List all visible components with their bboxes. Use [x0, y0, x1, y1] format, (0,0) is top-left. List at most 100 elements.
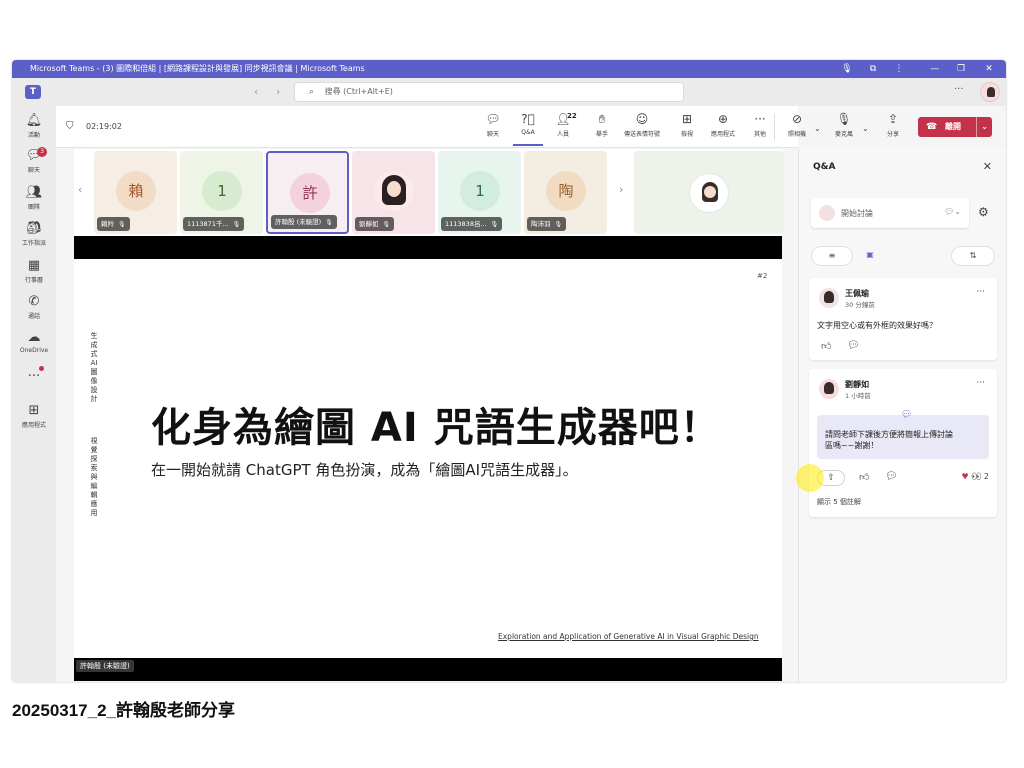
participant-name: 劉靜如 🎙︎ [355, 217, 395, 231]
mic-muted-icon: 🎙︎ [118, 221, 126, 228]
share-button[interactable]: ⇪ 分享 [878, 112, 908, 138]
chat-icon: 💬︎ [485, 112, 501, 126]
participant-tile[interactable]: 許許翰殷 (未驗證) 🎙︎ [266, 151, 349, 234]
mic-indicator-icon[interactable]: 🎙 [834, 60, 860, 78]
minimize-icon[interactable]: — [922, 60, 948, 78]
post-text: 文字用空心或有外框的效果好嗎？ [817, 321, 937, 330]
camera-off-icon: ⊘ [791, 112, 803, 126]
rail-item-calls[interactable]: ✆ 通話 [12, 295, 56, 321]
self-avatar [689, 173, 729, 213]
meeting-stage: ‹ 賴賴羚 🎙︎ 1 1113871千... 🎙︎ 許許翰殷 (未驗證) 🎙︎ 劉靜如 🎙︎ 1 1… [74, 149, 784, 681]
rail-item-assignments[interactable]: 🎒︎ 工作指派 [12, 221, 56, 248]
participant-tile[interactable]: 陶陶沛羽 🎙︎ [524, 151, 607, 234]
qa-post[interactable]: 王佩瑜 30 分鐘前 ··· 文字用空心或有外框的效果好嗎？ 👍︎ 💬︎ [809, 278, 997, 360]
add-app-icon: ⊕ [717, 112, 729, 126]
toolbar-label: Q&A [521, 129, 535, 136]
leave-button[interactable]: ☎︎ 離開 ⌄ [918, 117, 992, 137]
search-input[interactable]: ⌕ 搜尋 (Ctrl+Alt+E) [294, 82, 684, 102]
rail-item-activity[interactable]: 🔔︎ 活動 [12, 114, 56, 140]
like-icon[interactable]: 👍︎ [859, 471, 869, 483]
meeting-toolbar: ⛉ 02:19:02 💬︎ 聊天 ?⃝ Q&A 👤︎ 22 人員 ✋︎ 舉手 ☺… [56, 106, 798, 148]
author-avatar [819, 379, 839, 399]
rail-item-onedrive[interactable]: ☁︎ OneDrive [12, 331, 56, 355]
reply-icon[interactable]: 💬︎ [885, 471, 898, 482]
post-more-icon[interactable]: ··· [976, 287, 985, 297]
toolbar-label: 聊天 [486, 131, 499, 138]
raise-hand-button[interactable]: ✋︎ 舉手 [587, 112, 617, 138]
participant-tile[interactable]: 1 1113871千... 🎙︎ [180, 151, 263, 234]
participant-name: 陶沛羽 🎙︎ [527, 217, 567, 231]
rail-item-apps[interactable]: ⊞ 應用程式 [12, 404, 56, 430]
participant-avatar: 賴 [116, 171, 156, 211]
camera-options-chevron-icon[interactable]: ⌄ [814, 124, 821, 133]
like-icon[interactable]: 👍︎ [821, 340, 831, 352]
post-type-dropdown-icon[interactable]: 💬︎⌄ [944, 207, 961, 216]
qa-button[interactable]: ?⃝ Q&A [513, 112, 543, 146]
participant-tile[interactable]: 1 1113838呂... 🎙︎ [438, 151, 521, 234]
toolbar-label: 人員 [556, 131, 569, 138]
post-author: 王佩瑜 [845, 289, 869, 298]
slide-side-text-1: 生成式AI圖像設計 [90, 332, 98, 403]
heart-icon: ♥ [961, 472, 969, 481]
strip-next-arrow-icon[interactable]: › [619, 183, 623, 196]
my-avatar [819, 205, 835, 221]
participant-avatar: 1 [202, 171, 242, 211]
laugh-icon: 👀︎ [971, 472, 982, 481]
mic-button[interactable]: 🎙︎ 麥克風 [829, 112, 859, 138]
assignment-icon: 🎒︎ [25, 221, 43, 236]
self-video-tile[interactable] [634, 151, 784, 234]
participant-name-text: 1113871千... [187, 220, 229, 228]
view-icon: ⊞ [681, 112, 693, 126]
show-replies-link[interactable]: 顯示 5 個註解 [817, 497, 861, 507]
camera-button[interactable]: ⊘ 照相機 [782, 112, 812, 138]
rail-item-more[interactable]: ··· [12, 370, 56, 384]
rail-item-calendar[interactable]: ▦ 行事曆 [12, 259, 56, 285]
mic-options-chevron-icon[interactable]: ⌄ [862, 124, 869, 133]
close-icon[interactable]: ✕ [976, 60, 1002, 78]
participant-name: 賴羚 🎙︎ [97, 217, 130, 231]
share-icon: ⇪ [887, 112, 899, 126]
leave-options-chevron-icon[interactable]: ⌄ [976, 117, 988, 137]
rail-item-chat[interactable]: 💬︎ 3 聊天 [12, 147, 56, 174]
emoji-icon: ☺ [635, 112, 649, 126]
post-more-icon[interactable]: ··· [976, 378, 985, 388]
saved-button[interactable]: ▣ [855, 246, 885, 266]
chat-button[interactable]: 💬︎ 聊天 [478, 112, 508, 138]
more-button[interactable]: ··· 其他 [745, 112, 775, 138]
qa-panel: Q&A ✕ 開始討論 💬︎⌄ ⚙ ≡ ▣ ⇅ 王佩瑜 30 分鐘前 ··· 文字… [798, 148, 1006, 682]
close-icon[interactable]: ✕ [983, 160, 992, 173]
participant-tile[interactable]: 劉靜如 🎙︎ [352, 151, 435, 234]
view-button[interactable]: ⊞ 檢視 [672, 112, 702, 138]
emoji-button[interactable]: ☺ 傳送表情符號 [617, 112, 667, 138]
gear-icon[interactable]: ⚙ [978, 205, 989, 219]
reply-icon[interactable]: 💬︎ [847, 340, 860, 351]
qa-panel-title: Q&A [813, 162, 836, 172]
filter-button[interactable]: ≡ [811, 246, 853, 266]
sort-button[interactable]: ⇅ [951, 246, 995, 266]
participant-strip: ‹ 賴賴羚 🎙︎ 1 1113871千... 🎙︎ 許許翰殷 (未驗證) 🎙︎ 劉靜如 🎙︎ 1 1… [74, 149, 784, 236]
back-arrow-icon[interactable]: ‹ [254, 85, 258, 98]
rail-label: 聊天 [27, 167, 40, 174]
strip-prev-arrow-icon[interactable]: ‹ [78, 183, 82, 196]
people-button[interactable]: 👤︎ 22 人員 [548, 112, 578, 138]
rail-label: OneDrive [19, 347, 49, 354]
rail-item-teams[interactable]: 👥︎ 團隊 [12, 186, 56, 212]
qa-post[interactable]: 劉靜如 1 小時前 ··· 💬︎ 請問老師下課後方便將簡報上傳討論 區嗎~~謝謝… [809, 369, 997, 517]
forward-arrow-icon[interactable]: › [276, 85, 280, 98]
slide-title: 化身為繪圖 AI 咒語生成器吧！ [151, 405, 721, 451]
reactions-summary[interactable]: ♥ 👀︎ 2 [961, 472, 989, 481]
extension-icon[interactable]: ⧉ [860, 60, 886, 78]
maximize-icon[interactable]: ❐ [948, 60, 974, 78]
start-discussion-input[interactable]: 開始討論 💬︎⌄ [811, 198, 969, 228]
video-caption: 20250317_2_許翰殷老師分享 [12, 701, 236, 720]
participant-tile[interactable]: 賴賴羚 🎙︎ [94, 151, 177, 234]
profile-avatar[interactable] [980, 82, 1000, 102]
participant-avatar: 1 [460, 171, 500, 211]
rail-label: 工作指派 [21, 240, 46, 247]
author-avatar [819, 288, 839, 308]
apps-button[interactable]: ⊕ 應用程式 [705, 112, 741, 138]
menu-icon[interactable]: ⋮ [886, 60, 912, 78]
search-placeholder: 搜尋 (Ctrl+Alt+E) [324, 87, 393, 96]
mic-muted-icon: 🎙︎ [232, 221, 241, 228]
more-options-icon[interactable]: ··· [954, 84, 964, 95]
